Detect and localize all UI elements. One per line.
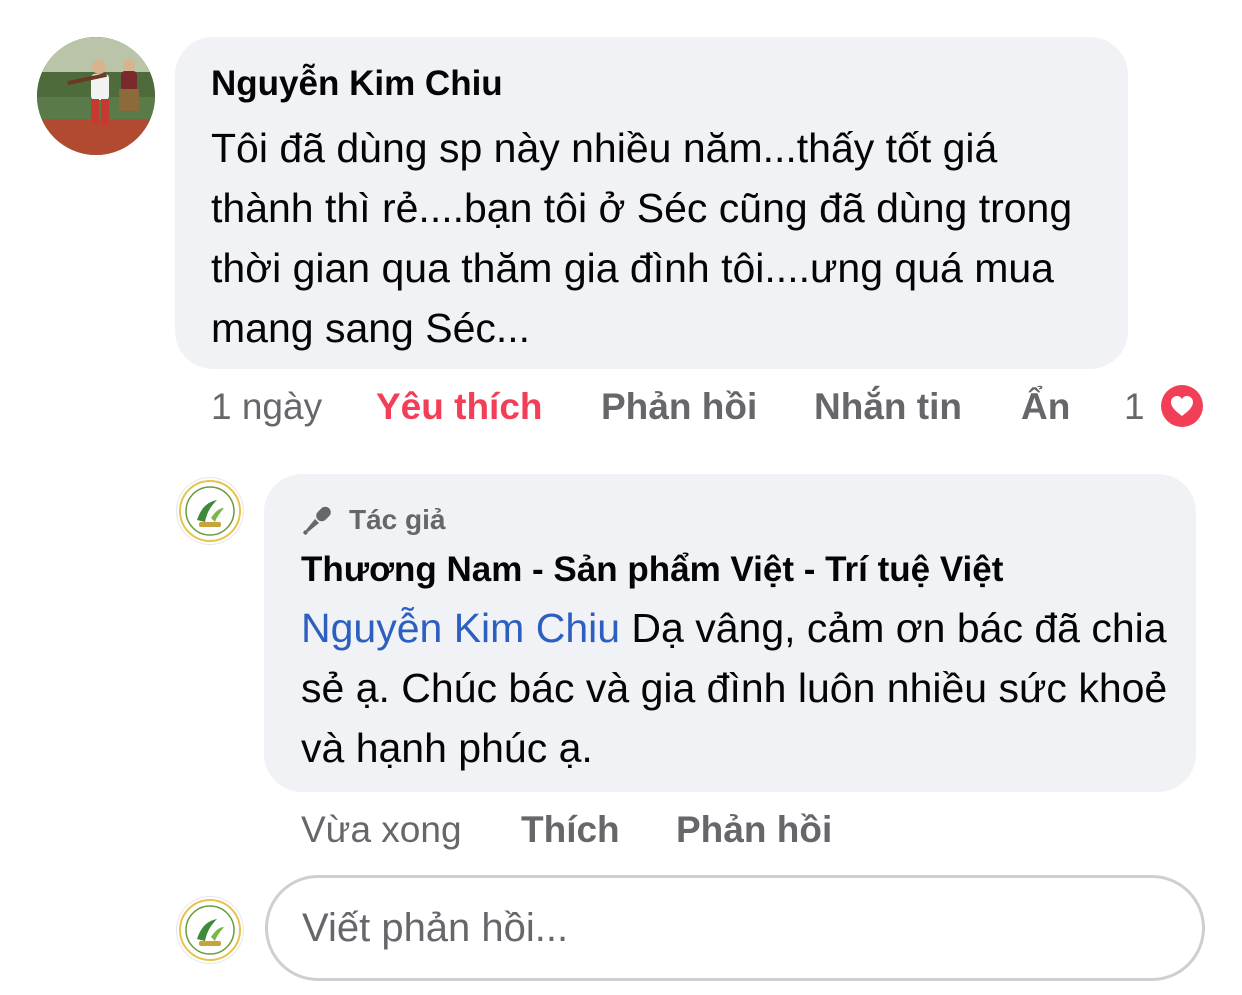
- hide-button[interactable]: Ẩn: [1021, 385, 1070, 429]
- heart-icon[interactable]: [1158, 382, 1206, 430]
- mention-link[interactable]: Nguyễn Kim Chiu: [301, 605, 620, 651]
- reply-composer[interactable]: [265, 875, 1205, 981]
- composer-avatar: [177, 897, 243, 963]
- like-button[interactable]: Yêu thích: [376, 385, 543, 429]
- reply-timestamp[interactable]: Vừa xong: [301, 808, 462, 852]
- author-badge: Tác giả: [301, 502, 1159, 538]
- commenter-photo: [37, 37, 155, 155]
- page-logo: [179, 899, 241, 961]
- comment-author-name[interactable]: Nguyễn Kim Chiu: [211, 62, 1092, 106]
- reply-author-name[interactable]: Thương Nam - Sản phẩm Việt - Trí tuệ Việ…: [301, 548, 1159, 592]
- message-button[interactable]: Nhắn tin: [814, 385, 962, 429]
- comment-actions: 1 ngày Yêu thích Phản hồi Nhắn tin Ẩn 1: [0, 382, 1242, 430]
- reaction-count[interactable]: 1: [1124, 385, 1145, 429]
- reply-button[interactable]: Phản hồi: [601, 385, 757, 429]
- page-avatar[interactable]: [177, 478, 243, 544]
- reply-like-button[interactable]: Thích: [521, 808, 620, 852]
- comment-timestamp[interactable]: 1 ngày: [211, 385, 322, 429]
- reply-bubble: Tác giả Thương Nam - Sản phẩm Việt - Trí…: [264, 474, 1196, 792]
- microphone-icon: [303, 506, 331, 535]
- reply-text: Nguyễn Kim Chiu Dạ vâng, cảm ơn bác đã c…: [301, 598, 1171, 778]
- reply-actions: Vừa xong Thích Phản hồi: [0, 808, 1242, 852]
- page-logo: [179, 480, 241, 542]
- reply-input[interactable]: [302, 903, 1162, 953]
- comment-bubble: Nguyễn Kim Chiu Tôi đã dùng sp này nhiều…: [175, 37, 1128, 369]
- comment-text: Tôi đã dùng sp này nhiều năm...thấy tốt …: [211, 125, 1073, 351]
- commenter-avatar[interactable]: [37, 37, 155, 155]
- author-badge-label: Tác giả: [349, 504, 446, 535]
- reply-reply-button[interactable]: Phản hồi: [676, 808, 832, 852]
